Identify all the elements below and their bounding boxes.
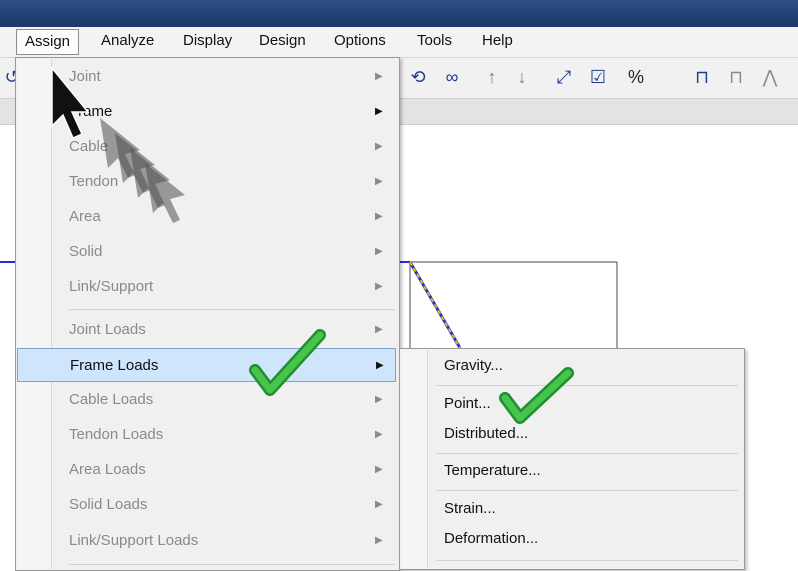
mouse-pointer-icon <box>51 65 90 139</box>
cursor-trail-icon <box>100 118 185 223</box>
annotation-overlay <box>51 65 574 424</box>
